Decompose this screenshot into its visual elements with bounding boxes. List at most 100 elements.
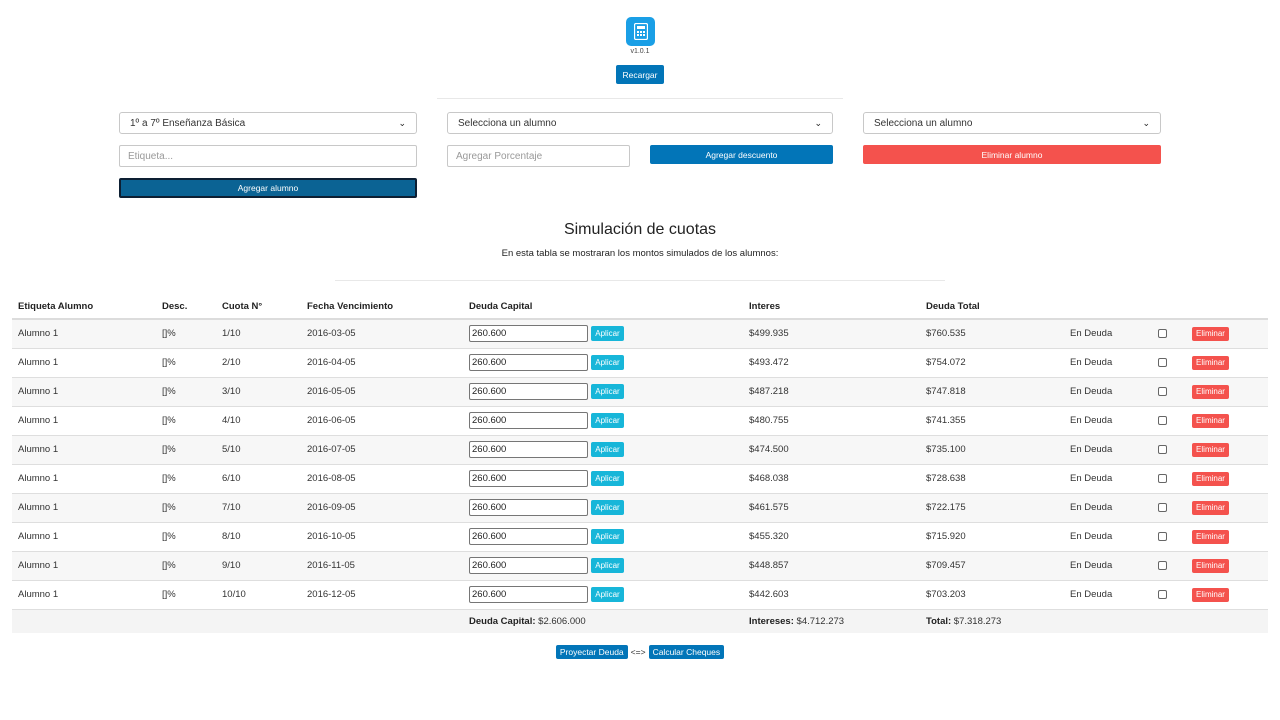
cell-student: Alumno 1 [12, 579, 156, 609]
label-input[interactable]: Etiqueta... [119, 145, 417, 167]
delete-row-button[interactable]: Eliminar [1192, 471, 1229, 486]
cell-total: $760.535 [920, 318, 1064, 348]
row-checkbox[interactable] [1158, 444, 1167, 454]
delete-row-button[interactable]: Eliminar [1192, 384, 1229, 399]
delete-student-button[interactable]: Eliminar alumno [863, 145, 1161, 164]
apply-button[interactable]: Aplicar [591, 558, 624, 573]
project-debt-button[interactable]: Proyectar Deuda [555, 645, 628, 659]
row-checkbox[interactable] [1158, 589, 1167, 599]
column-header-desc: Desc. [156, 295, 216, 320]
cell-capital: 260.600 Aplicar [463, 492, 743, 522]
delete-row-button[interactable]: Eliminar [1192, 413, 1229, 428]
capital-input[interactable]: 260.600 [469, 383, 588, 400]
cell-actions: Eliminar [1186, 463, 1268, 493]
cell-interes: $480.755 [743, 405, 920, 435]
capital-input[interactable]: 260.600 [469, 499, 588, 516]
cell-desc: []% [156, 434, 216, 464]
capital-input[interactable]: 260.600 [469, 354, 588, 371]
cell-student: Alumno 1 [12, 492, 156, 522]
cell-actions: Eliminar [1186, 492, 1268, 522]
delete-row-button[interactable]: Eliminar [1192, 500, 1229, 515]
cell-estado: En Deuda [1064, 463, 1152, 493]
cell-estado: En Deuda [1064, 579, 1152, 609]
apply-button[interactable]: Aplicar [591, 355, 624, 370]
grand-total: Total: $7.318.273 [920, 608, 1064, 633]
delete-row-button[interactable]: Eliminar [1192, 442, 1229, 457]
capital-input[interactable]: 260.600 [469, 586, 588, 603]
cell-desc: []% [156, 376, 216, 406]
row-checkbox[interactable] [1158, 560, 1167, 570]
apply-button[interactable]: Aplicar [591, 529, 624, 544]
table-row: Alumno 1 []% 4/10 2016-06-05 260.600 Aplicar $… [12, 405, 1268, 435]
cell-fecha: 2016-10-05 [301, 521, 463, 551]
row-checkbox[interactable] [1158, 357, 1167, 367]
cell-capital: 260.600 Aplicar [463, 434, 743, 464]
apply-button[interactable]: Aplicar [591, 587, 624, 602]
cell-estado: En Deuda [1064, 550, 1152, 580]
table-row: Alumno 1 []% 5/10 2016-07-05 260.600 Aplicar $… [12, 434, 1268, 464]
capital-input[interactable]: 260.600 [469, 470, 588, 487]
cell-desc: []% [156, 463, 216, 493]
level-select[interactable]: 1º a 7º Enseñanza Básica ⌄ [119, 112, 417, 134]
table-row: Alumno 1 []% 6/10 2016-08-05 260.600 Aplicar $… [12, 463, 1268, 493]
cell-desc: []% [156, 579, 216, 609]
cell-actions: Eliminar [1186, 579, 1268, 609]
delete-row-button[interactable]: Eliminar [1192, 529, 1229, 544]
calculate-checks-button[interactable]: Calcular Cheques [648, 645, 725, 659]
delete-row-button[interactable]: Eliminar [1192, 587, 1229, 602]
row-checkbox[interactable] [1158, 386, 1167, 396]
capital-input[interactable]: 260.600 [469, 441, 588, 458]
capital-input[interactable]: 260.600 [469, 325, 588, 343]
cell-cuota: 5/10 [216, 434, 301, 464]
row-checkbox[interactable] [1158, 473, 1167, 483]
add-student-button[interactable]: Agregar alumno [119, 178, 417, 198]
cell-fecha: 2016-03-05 [301, 318, 463, 348]
cell-total: $703.203 [920, 579, 1064, 609]
apply-button[interactable]: Aplicar [591, 500, 624, 515]
cell-estado: En Deuda [1064, 405, 1152, 435]
apply-button[interactable]: Aplicar [591, 442, 624, 457]
student-select-discount[interactable]: Selecciona un alumno ⌄ [447, 112, 833, 134]
capital-input[interactable]: 260.600 [469, 412, 588, 429]
section-divider [335, 280, 945, 281]
page-subtitle: En esta tabla se mostraran los montos si… [501, 248, 779, 259]
level-select-value: 1º a 7º Enseñanza Básica [130, 117, 246, 129]
table-row: Alumno 1 []% 9/10 2016-11-05 260.600 Aplicar $… [12, 550, 1268, 580]
percentage-input[interactable]: Agregar Porcentaje [447, 145, 630, 167]
cell-student: Alumno 1 [12, 521, 156, 551]
cell-interes: $455.320 [743, 521, 920, 551]
row-checkbox[interactable] [1158, 415, 1167, 425]
cell-capital: 260.600 Aplicar [463, 521, 743, 551]
row-checkbox[interactable] [1158, 329, 1167, 339]
apply-button[interactable]: Aplicar [591, 471, 624, 486]
column-header-fecha: Fecha Vencimiento [301, 295, 463, 320]
delete-row-button[interactable]: Eliminar [1192, 326, 1229, 341]
apply-button[interactable]: Aplicar [591, 326, 624, 342]
apply-button[interactable]: Aplicar [591, 413, 624, 428]
cell-select [1152, 521, 1186, 551]
row-checkbox[interactable] [1158, 531, 1167, 541]
row-checkbox[interactable] [1158, 502, 1167, 512]
capital-input[interactable]: 260.600 [469, 528, 588, 545]
cell-estado: En Deuda [1064, 521, 1152, 551]
reload-button[interactable]: Recargar [616, 65, 664, 84]
add-discount-button[interactable]: Agregar descuento [650, 145, 833, 164]
delete-row-button[interactable]: Eliminar [1192, 355, 1229, 370]
cell-capital: 260.600 Aplicar [463, 579, 743, 609]
cell-fecha: 2016-06-05 [301, 405, 463, 435]
cell-cuota: 3/10 [216, 376, 301, 406]
actions-separator: <=> [630, 647, 646, 657]
cell-capital: 260.600 Aplicar [463, 550, 743, 580]
delete-row-button[interactable]: Eliminar [1192, 558, 1229, 573]
cell-student: Alumno 1 [12, 550, 156, 580]
capital-input[interactable]: 260.600 [469, 557, 588, 574]
cell-cuota: 8/10 [216, 521, 301, 551]
student-select-delete[interactable]: Selecciona un alumno ⌄ [863, 112, 1161, 134]
header-divider [437, 98, 843, 99]
cell-fecha: 2016-11-05 [301, 550, 463, 580]
table-row: Alumno 1 []% 7/10 2016-09-05 260.600 Aplicar $… [12, 492, 1268, 522]
cell-interes: $493.472 [743, 347, 920, 377]
cell-cuota: 4/10 [216, 405, 301, 435]
total-interest-label: Intereses: [749, 615, 794, 627]
apply-button[interactable]: Aplicar [591, 384, 624, 399]
